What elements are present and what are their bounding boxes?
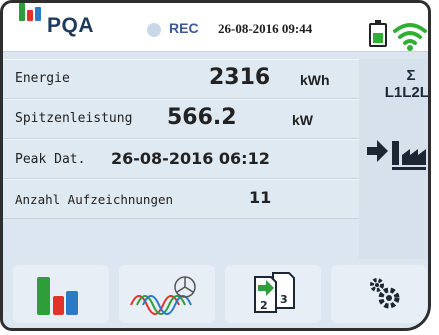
bottom-toolbar: 2 3 — [3, 259, 428, 328]
record-count-value: 11 — [249, 188, 272, 207]
energy-value: 2316 — [209, 65, 271, 90]
peak-power-label: Spitzenleistung — [15, 111, 133, 126]
page-label-second: 3 — [280, 293, 288, 306]
wifi-icon — [393, 23, 427, 51]
charts-button[interactable] — [13, 265, 109, 323]
page-label-first: 2 — [260, 299, 268, 312]
settings-gears-icon — [370, 278, 400, 309]
rec-label: REC — [169, 20, 199, 36]
waveform-button[interactable] — [119, 265, 215, 323]
battery-icon — [369, 20, 387, 47]
device-screen: PQA REC 26-08-2016 09:44 Energie 2316 kW… — [0, 0, 431, 331]
sigma-symbol: Σ — [406, 67, 416, 84]
peak-date-label: Peak Dat. — [15, 152, 86, 167]
page-switch-button[interactable]: 2 3 — [225, 265, 321, 323]
energy-label: Energie — [15, 71, 70, 86]
peak-date-value: 26-08-2016 06:12 — [111, 149, 270, 168]
row-record-count: Anzahl Aufzeichnungen 11 — [3, 179, 363, 219]
status-datetime: 26-08-2016 09:44 — [218, 21, 313, 36]
page-switch-icon: 2 3 — [254, 272, 295, 313]
record-indicator-icon — [147, 23, 161, 37]
battery-level-fill — [373, 33, 383, 43]
energy-unit: kWh — [300, 72, 330, 88]
waveform-phasor-icon — [130, 276, 196, 315]
phase-label: L1L2L3 — [384, 84, 429, 101]
app-name: PQA — [47, 14, 95, 37]
row-energy: Energie 2316 kWh — [3, 59, 363, 99]
phase-selector[interactable]: Σ L1L2L3 — [381, 67, 429, 101]
record-count-label: Anzahl Aufzeichnungen — [15, 192, 174, 207]
peak-power-value: 566.2 — [167, 105, 237, 130]
settings-button[interactable] — [331, 265, 427, 323]
row-peak-power: Spitzenleistung 566.2 kW — [3, 99, 363, 139]
bar-chart-icon — [37, 277, 78, 315]
status-bar: PQA REC 26-08-2016 09:44 — [3, 3, 428, 52]
peak-power-unit: kW — [292, 112, 313, 128]
export-to-factory-icon[interactable] — [365, 129, 427, 173]
row-peak-date: Peak Dat. 26-08-2016 06:12 — [3, 139, 363, 179]
